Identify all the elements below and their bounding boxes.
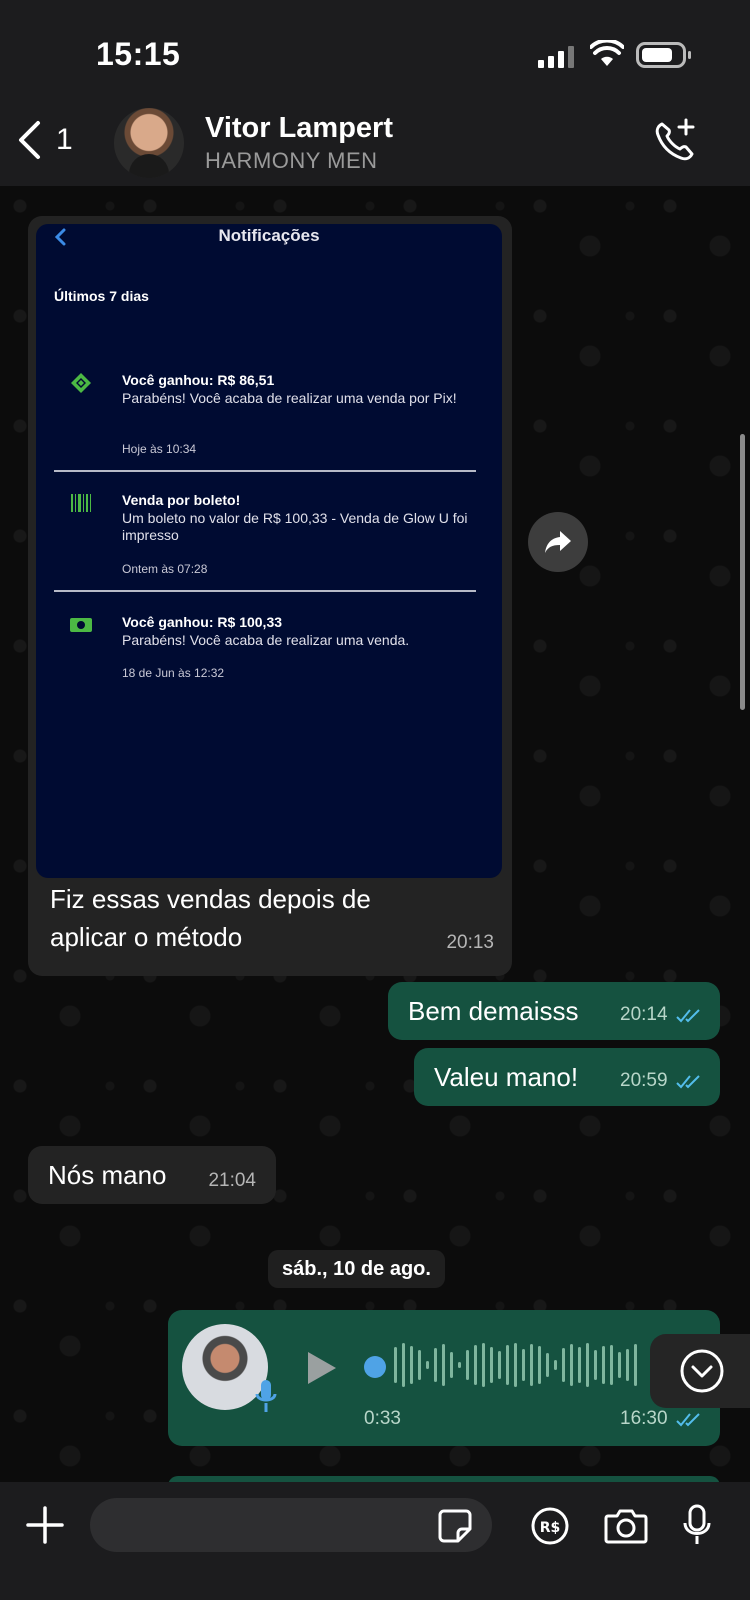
contact-name[interactable]: Vitor Lampert: [205, 112, 393, 145]
read-receipt-icon: [676, 1009, 700, 1023]
notification-body: Parabéns! Você acaba de realizar uma ven…: [122, 632, 410, 648]
message-time: 16:30: [620, 1408, 668, 1429]
read-receipt-icon: [676, 1413, 700, 1427]
divider: [54, 590, 476, 592]
outgoing-message[interactable]: Valeu mano! 20:59: [414, 1048, 720, 1106]
sticker-icon[interactable]: [438, 1509, 472, 1543]
message-time: 21:04: [208, 1170, 256, 1191]
incoming-message[interactable]: Nós mano 21:04: [28, 1146, 276, 1204]
svg-text:R$: R$: [540, 1520, 561, 1536]
status-bar: 15:15: [0, 0, 750, 100]
notification-title: Você ganhou: R$ 86,51: [122, 372, 275, 388]
divider: [54, 470, 476, 472]
message-time: 20:14: [620, 1004, 668, 1025]
outgoing-message[interactable]: Bem demaisss 20:14: [388, 982, 720, 1040]
add-call-icon[interactable]: [652, 118, 698, 164]
playback-position-handle[interactable]: [364, 1356, 386, 1378]
image-caption: Fiz essas vendas depois de aplicar o mét…: [50, 884, 371, 952]
message-input[interactable]: [90, 1498, 492, 1552]
wifi-icon: [590, 40, 624, 66]
cellular-signal-icon: [538, 44, 574, 68]
contact-subtitle[interactable]: HARMONY MEN: [205, 148, 378, 174]
shared-screenshot[interactable]: Notificações Últimos 7 dias Você ganhou:…: [36, 224, 502, 878]
battery-icon: [636, 42, 691, 68]
scrollbar[interactable]: [740, 434, 745, 710]
image-message[interactable]: Notificações Últimos 7 dias Você ganhou:…: [28, 216, 512, 976]
voice-duration: 0:33: [364, 1408, 401, 1429]
notification-date: Ontem às 07:28: [122, 562, 208, 576]
cash-icon: [70, 618, 92, 632]
forward-button[interactable]: [528, 512, 588, 572]
forward-arrow-icon: [545, 531, 571, 553]
microphone-icon: [255, 1380, 277, 1412]
read-receipt-icon: [676, 1075, 700, 1089]
status-time: 15:15: [96, 36, 181, 72]
microphone-icon[interactable]: [682, 1504, 712, 1546]
unread-count: 1: [56, 123, 73, 156]
message-text: Valeu mano!: [434, 1062, 579, 1092]
camera-icon[interactable]: [604, 1508, 648, 1544]
barcode-icon: [71, 494, 91, 512]
audio-waveform[interactable]: [364, 1340, 637, 1390]
scroll-to-bottom-button[interactable]: [650, 1334, 750, 1408]
date-separator: sáb., 10 de ago.: [268, 1250, 445, 1288]
chevron-left-icon: [19, 121, 40, 159]
message-text: Bem demaisss: [408, 996, 579, 1026]
chevron-down-circle-icon: [680, 1349, 724, 1393]
chat-header: 1 Vitor Lampert HARMONY MEN: [0, 100, 750, 186]
pix-diamond-icon: [71, 373, 91, 393]
message-composer: R$: [0, 1482, 750, 1600]
message-time: 20:59: [620, 1070, 668, 1091]
back-button[interactable]: 1: [16, 120, 73, 160]
chat-area[interactable]: Notificações Últimos 7 dias Você ganhou:…: [0, 186, 750, 1482]
notification-title: Você ganhou: R$ 100,33: [122, 614, 283, 630]
message-time: 20:13: [446, 932, 494, 953]
notification-body: Um boleto no valor de R$ 100,33 - Venda …: [122, 510, 468, 543]
screenshot-title: Notificações: [218, 226, 320, 245]
screenshot-section-heading: Últimos 7 dias: [54, 288, 149, 304]
notification-title: Venda por boleto!: [122, 492, 241, 508]
attach-plus-icon[interactable]: [26, 1506, 64, 1544]
notification-date: Hoje às 10:34: [122, 442, 197, 456]
notification-date: 18 de Jun às 12:32: [122, 666, 225, 680]
contact-avatar[interactable]: [114, 108, 184, 178]
message-text: Nós mano: [48, 1160, 167, 1190]
payment-real-icon[interactable]: R$: [530, 1506, 570, 1546]
play-icon[interactable]: [306, 1350, 338, 1386]
notification-body: Parabéns! Você acaba de realizar uma ven…: [122, 390, 457, 406]
voice-message[interactable]: 0:33 16:30: [168, 1310, 720, 1446]
